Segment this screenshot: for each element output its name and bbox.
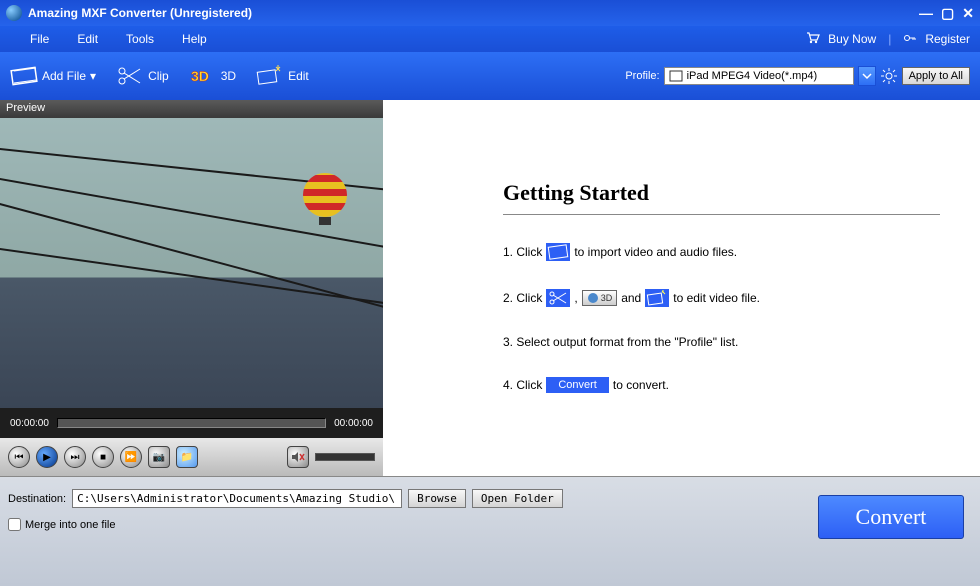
apply-to-all-button[interactable]: Apply to All xyxy=(902,67,970,85)
convert-button[interactable]: Convert xyxy=(818,495,964,539)
inline-convert-button: Convert xyxy=(546,377,609,393)
menu-bar: File Edit Tools Help Buy Now | Register xyxy=(0,26,980,52)
prev-button[interactable]: ⏮ xyxy=(8,446,30,468)
inline-3d-icon: 3D xyxy=(582,290,618,306)
volume-slider[interactable] xyxy=(315,453,375,461)
speaker-mute-icon xyxy=(291,450,305,464)
play-button[interactable]: ▶ xyxy=(36,446,58,468)
time-current: 00:00:00 xyxy=(10,418,49,429)
key-icon xyxy=(903,31,917,48)
preview-video[interactable] xyxy=(0,118,383,408)
3d-label: 3D xyxy=(221,69,236,83)
clip-label: Clip xyxy=(148,69,169,83)
step1-text-b: to import video and audio files. xyxy=(574,245,737,259)
step3-text: 3. Select output format from the "Profil… xyxy=(503,335,738,349)
destination-label: Destination: xyxy=(8,493,66,505)
step1-text-a: 1. Click xyxy=(503,245,542,259)
menu-file[interactable]: File xyxy=(30,32,49,46)
browse-button[interactable]: Browse xyxy=(408,489,466,508)
step4-text-b: to convert. xyxy=(613,378,669,392)
snapshot-button[interactable]: 📷 xyxy=(148,446,170,468)
minimize-button[interactable]: — xyxy=(919,5,933,21)
getting-started-title: Getting Started xyxy=(503,180,940,215)
merge-label: Merge into one file xyxy=(25,519,116,531)
mute-button[interactable] xyxy=(287,446,309,468)
svg-text:3D: 3D xyxy=(191,68,209,84)
open-folder-button[interactable]: Open Folder xyxy=(472,489,563,508)
main-area: Preview 00:00:00 00:00:00 ⏮ ▶ ⏭ ■ ⏩ 📷 📁 xyxy=(0,100,980,476)
cart-icon xyxy=(806,31,820,48)
bottom-panel: Destination: Browse Open Folder Merge in… xyxy=(0,476,980,586)
destination-input[interactable] xyxy=(72,489,402,508)
step-4: 4. Click Convert to convert. xyxy=(503,377,940,393)
player-controls: ⏮ ▶ ⏭ ■ ⏩ 📷 📁 xyxy=(0,438,383,476)
inline-film-icon xyxy=(546,243,570,261)
content-panel: Getting Started 1. Click to import video… xyxy=(383,100,980,476)
step2-text-a: 2. Click xyxy=(503,291,542,305)
wand-icon xyxy=(256,65,284,87)
register-link[interactable]: Register xyxy=(925,32,970,46)
gear-icon[interactable] xyxy=(880,67,898,85)
step-3: 3. Select output format from the "Profil… xyxy=(503,335,940,349)
stop-button[interactable]: ■ xyxy=(92,446,114,468)
close-button[interactable]: ✕ xyxy=(962,5,974,22)
add-file-button[interactable]: Add File ▾ xyxy=(10,65,96,87)
buy-now-link[interactable]: Buy Now xyxy=(828,32,876,46)
step4-text-a: 4. Click xyxy=(503,378,542,392)
inline-3d-label: 3D xyxy=(601,293,613,303)
timeline: 00:00:00 00:00:00 xyxy=(0,408,383,438)
maximize-button[interactable]: ▢ xyxy=(941,5,954,22)
menu-edit[interactable]: Edit xyxy=(77,32,98,46)
window-title: Amazing MXF Converter (Unregistered) xyxy=(28,6,252,20)
3d-button[interactable]: 3D 3D xyxy=(189,65,236,87)
menu-tools[interactable]: Tools xyxy=(126,32,154,46)
menu-help[interactable]: Help xyxy=(182,32,207,46)
chevron-down-icon xyxy=(862,71,872,81)
separator: | xyxy=(884,32,895,46)
edit-label: Edit xyxy=(288,69,309,83)
inline-scissors-icon xyxy=(546,289,570,307)
next-button[interactable]: ⏭ xyxy=(64,446,86,468)
dropdown-arrow-icon: ▾ xyxy=(90,69,96,83)
scissors-icon xyxy=(116,65,144,87)
3d-icon: 3D xyxy=(189,65,217,87)
snapshot-folder-button[interactable]: 📁 xyxy=(176,446,198,468)
step2-and: and xyxy=(621,291,641,305)
profile-value: iPad MPEG4 Video(*.mp4) xyxy=(687,70,818,82)
preview-pane: Preview 00:00:00 00:00:00 ⏮ ▶ ⏭ ■ ⏩ 📷 📁 xyxy=(0,100,383,476)
step2-text-d: to edit video file. xyxy=(673,291,760,305)
time-total: 00:00:00 xyxy=(334,418,373,429)
step-button[interactable]: ⏩ xyxy=(120,446,142,468)
device-icon xyxy=(669,70,683,82)
balloon-graphic xyxy=(303,173,347,225)
inline-wand-icon xyxy=(645,289,669,307)
merge-checkbox[interactable] xyxy=(8,518,21,531)
step-2: 2. Click , 3D and to edit video file. xyxy=(503,289,940,307)
app-logo-icon xyxy=(6,5,22,21)
film-icon xyxy=(10,65,38,87)
toolbar: Add File ▾ Clip 3D 3D Edit Profile: iPad… xyxy=(0,52,980,100)
profile-dropdown-button[interactable] xyxy=(858,66,876,86)
step2-comma: , xyxy=(574,291,577,305)
title-bar: Amazing MXF Converter (Unregistered) — ▢… xyxy=(0,0,980,26)
profile-label: Profile: xyxy=(625,70,659,82)
add-file-label: Add File xyxy=(42,69,86,83)
preview-header: Preview xyxy=(0,100,383,118)
profile-select[interactable]: iPad MPEG4 Video(*.mp4) xyxy=(664,67,854,85)
clip-button[interactable]: Clip xyxy=(116,65,169,87)
step-1: 1. Click to import video and audio files… xyxy=(503,243,940,261)
edit-button[interactable]: Edit xyxy=(256,65,309,87)
timeline-slider[interactable] xyxy=(57,418,326,428)
